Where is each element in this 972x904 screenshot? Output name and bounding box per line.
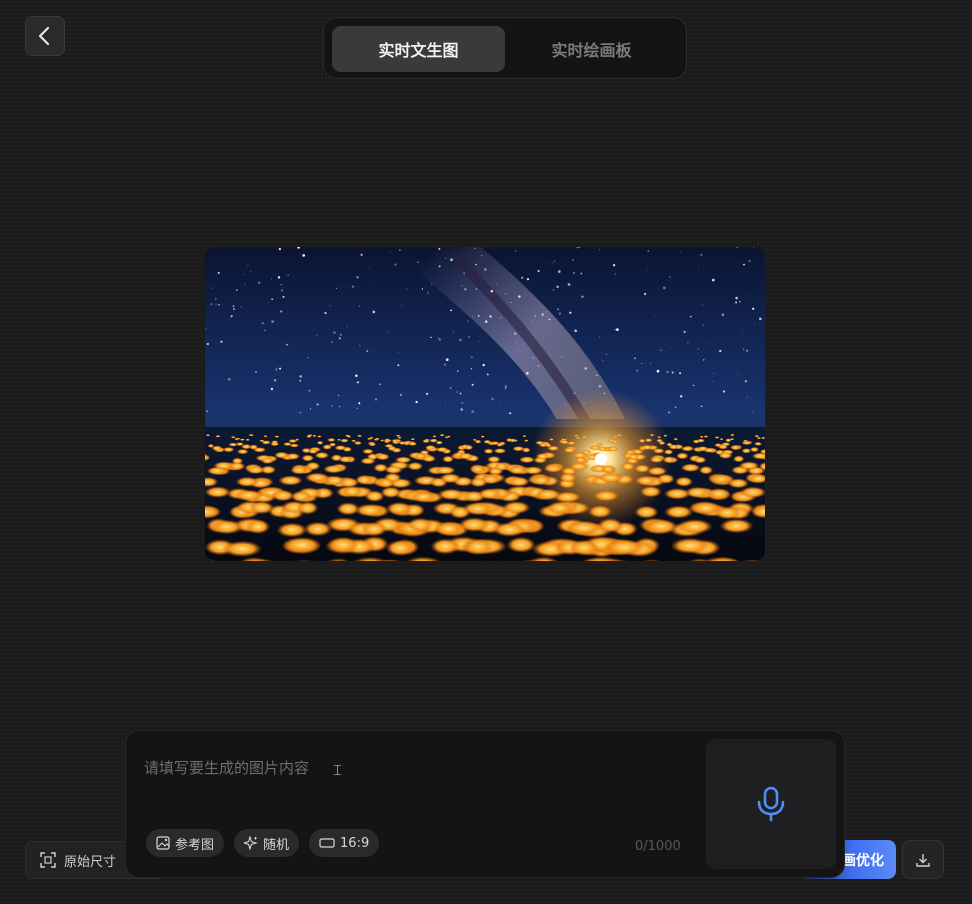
optimize-label: 画优化 <box>842 852 884 869</box>
random-chip[interactable]: 随机 <box>234 829 300 857</box>
character-counter: 0/1000 <box>635 839 681 854</box>
tab-realtime-text-to-image[interactable]: 实时文生图 <box>332 26 505 72</box>
aspect-ratio-icon <box>319 838 335 848</box>
reference-image-label: 参考图 <box>175 837 215 853</box>
prompt-panel: ⌶ 参考图 随机 16:9 0/1000 <box>125 730 845 878</box>
aspect-ratio-chip[interactable]: 16:9 <box>309 829 380 857</box>
starry-flower-field-image <box>205 247 765 561</box>
download-icon <box>916 853 930 867</box>
aspect-ratio-label: 16:9 <box>340 835 370 851</box>
prompt-input[interactable] <box>144 757 684 827</box>
microphone-icon <box>757 786 785 822</box>
chevron-left-icon <box>38 26 50 46</box>
sparkle-icon <box>244 836 258 850</box>
voice-input-button[interactable] <box>706 739 836 869</box>
reference-image-icon <box>156 836 170 850</box>
fit-frame-icon <box>40 852 56 868</box>
tab-realtime-drawing-board[interactable]: 实时绘画板 <box>505 26 678 72</box>
text-cursor-icon: ⌶ <box>333 761 343 779</box>
prompt-options: 参考图 随机 16:9 <box>146 829 380 857</box>
mode-switch: 实时文生图 实时绘画板 <box>323 17 687 79</box>
back-button[interactable] <box>25 16 65 56</box>
original-size-label: 原始尺寸 <box>64 854 117 870</box>
reference-image-chip[interactable]: 参考图 <box>146 829 225 857</box>
generated-image-preview <box>205 247 765 561</box>
random-label: 随机 <box>263 837 290 853</box>
download-button[interactable] <box>902 840 944 879</box>
